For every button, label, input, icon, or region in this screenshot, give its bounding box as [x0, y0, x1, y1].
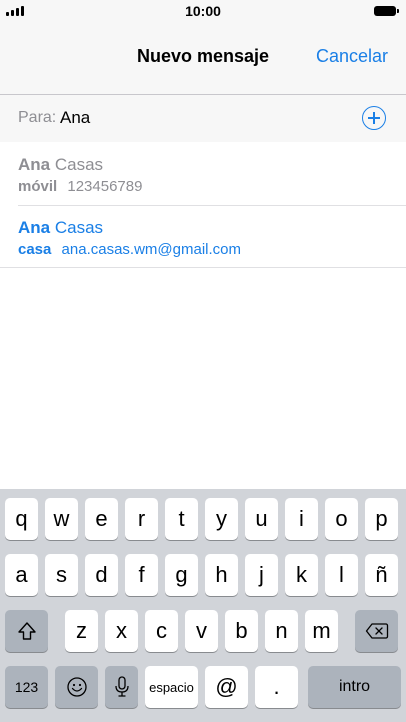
key-m[interactable]: m	[305, 610, 338, 652]
battery-icon	[374, 6, 399, 16]
return-key[interactable]: intro	[308, 666, 401, 708]
dictation-key[interactable]	[105, 666, 138, 708]
divider	[0, 267, 406, 268]
status-bar: 10:00	[0, 0, 406, 22]
dot-key[interactable]: .	[255, 666, 298, 708]
key-w[interactable]: w	[45, 498, 78, 540]
backspace-icon	[365, 623, 388, 639]
contact-detail-type: casa	[18, 241, 52, 258]
contact-last-name: Casas	[54, 155, 104, 174]
cancel-button[interactable]: Cancelar	[316, 46, 388, 67]
contact-last-name: Casas	[54, 218, 104, 237]
contact-suggestion-email[interactable]: Ana Casas casa ana.casas.wm@gmail.com	[0, 206, 406, 266]
numbers-key[interactable]: 123	[5, 666, 48, 708]
key-u[interactable]: u	[245, 498, 278, 540]
key-h[interactable]: h	[205, 554, 238, 596]
shift-key[interactable]	[5, 610, 48, 652]
navigation-bar: Nuevo mensaje Cancelar	[0, 22, 406, 95]
shift-icon	[17, 622, 36, 640]
key-c[interactable]: c	[145, 610, 178, 652]
recipient-field[interactable]: Para: Ana	[0, 95, 406, 142]
microphone-icon	[114, 676, 129, 697]
key-r[interactable]: r	[125, 498, 158, 540]
contact-first-name: Ana	[18, 155, 51, 174]
contact-detail: ana.casas.wm@gmail.com	[61, 241, 241, 258]
key-d[interactable]: d	[85, 554, 118, 596]
recipient-label: Para:	[18, 109, 57, 126]
key-t[interactable]: t	[165, 498, 198, 540]
key-z[interactable]: z	[65, 610, 98, 652]
key-k[interactable]: k	[285, 554, 318, 596]
key-i[interactable]: i	[285, 498, 318, 540]
key-n[interactable]: n	[265, 610, 298, 652]
key-p[interactable]: p	[365, 498, 398, 540]
status-time: 10:00	[185, 3, 221, 19]
contact-detail: 123456789	[67, 178, 143, 195]
key-q[interactable]: q	[5, 498, 38, 540]
at-key[interactable]: @	[205, 666, 248, 708]
key-g[interactable]: g	[165, 554, 198, 596]
key-f[interactable]: f	[125, 554, 158, 596]
key-j[interactable]: j	[245, 554, 278, 596]
contact-detail-type: móvil	[18, 178, 58, 195]
add-contact-icon[interactable]	[362, 106, 386, 130]
key-o[interactable]: o	[325, 498, 358, 540]
key-x[interactable]: x	[105, 610, 138, 652]
key-a[interactable]: a	[5, 554, 38, 596]
key-v[interactable]: v	[185, 610, 218, 652]
emoji-icon	[66, 677, 87, 697]
emoji-key[interactable]	[55, 666, 98, 708]
key-b[interactable]: b	[225, 610, 258, 652]
keyboard: q w e r t y u i o p a s d f g h j k l ñ …	[0, 489, 406, 722]
recipient-input[interactable]: Ana	[60, 108, 90, 128]
key-s[interactable]: s	[45, 554, 78, 596]
key-l[interactable]: l	[325, 554, 358, 596]
key-n-tilde[interactable]: ñ	[365, 554, 398, 596]
contact-first-name: Ana	[18, 218, 51, 237]
key-e[interactable]: e	[85, 498, 118, 540]
contact-suggestion-mobile: Ana Casas móvil 123456789	[0, 143, 406, 203]
key-y[interactable]: y	[205, 498, 238, 540]
backspace-key[interactable]	[355, 610, 398, 652]
space-key[interactable]: espacio	[145, 666, 198, 708]
